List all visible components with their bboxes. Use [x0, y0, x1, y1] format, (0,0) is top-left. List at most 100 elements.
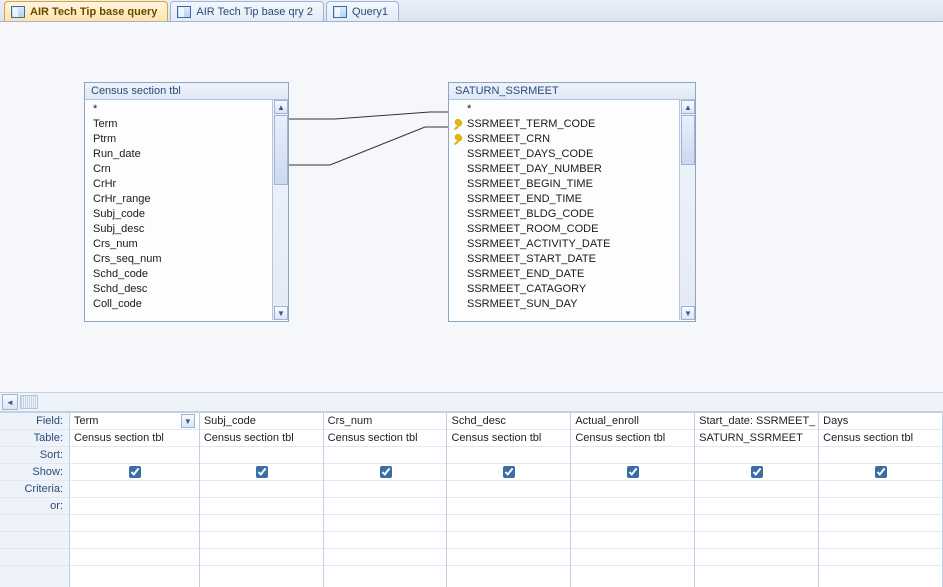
- qbe-cell[interactable]: [70, 481, 199, 498]
- show-checkbox[interactable]: [380, 466, 392, 478]
- tab-base-query[interactable]: AIR Tech Tip base query: [4, 1, 168, 21]
- qbe-cell[interactable]: [200, 515, 323, 532]
- qbe-cell[interactable]: [571, 447, 694, 464]
- qbe-cell[interactable]: [447, 532, 570, 549]
- qbe-cell[interactable]: Census section tbl: [447, 430, 570, 447]
- vertical-scrollbar[interactable]: ▲ ▼: [679, 100, 695, 320]
- qbe-cell[interactable]: Start_date: SSRMEET_: [695, 413, 818, 430]
- show-checkbox[interactable]: [129, 466, 141, 478]
- qbe-cell[interactable]: [200, 464, 323, 481]
- scroll-thumb[interactable]: [681, 115, 695, 165]
- qbe-cell[interactable]: [70, 515, 199, 532]
- scroll-track[interactable]: [20, 395, 38, 409]
- qbe-column[interactable]: Actual_enrollCensus section tbl: [571, 413, 695, 587]
- qbe-cell[interactable]: Census section tbl: [200, 430, 323, 447]
- qbe-cell[interactable]: Crs_num: [324, 413, 447, 430]
- qbe-column[interactable]: Term▼Census section tbl: [70, 413, 200, 587]
- scroll-up-button[interactable]: ▲: [681, 100, 695, 114]
- qbe-cell[interactable]: [695, 481, 818, 498]
- qbe-cell[interactable]: [695, 549, 818, 566]
- field-item[interactable]: SSRMEET_DAY_NUMBER: [457, 162, 677, 177]
- field-item[interactable]: Subj_desc: [93, 222, 270, 237]
- qbe-cell[interactable]: [70, 532, 199, 549]
- qbe-cell[interactable]: [200, 549, 323, 566]
- field-item[interactable]: Term: [93, 117, 270, 132]
- tab-base-qry-2[interactable]: AIR Tech Tip base qry 2: [170, 1, 324, 21]
- field-item[interactable]: Schd_code: [93, 267, 270, 282]
- qbe-cell[interactable]: [200, 447, 323, 464]
- field-item[interactable]: SSRMEET_END_DATE: [457, 267, 677, 282]
- qbe-cell[interactable]: [819, 532, 942, 549]
- qbe-column[interactable]: Start_date: SSRMEET_SATURN_SSRMEET: [695, 413, 819, 587]
- qbe-cell[interactable]: [819, 498, 942, 515]
- qbe-cell[interactable]: [819, 515, 942, 532]
- field-item[interactable]: SSRMEET_START_DATE: [457, 252, 677, 267]
- pane-splitter[interactable]: ◄: [0, 392, 943, 412]
- show-checkbox[interactable]: [256, 466, 268, 478]
- field-item[interactable]: SSRMEET_CATAGORY: [457, 282, 677, 297]
- qbe-cell[interactable]: [571, 464, 694, 481]
- qbe-cell[interactable]: Census section tbl: [324, 430, 447, 447]
- field-item[interactable]: SSRMEET_BEGIN_TIME: [457, 177, 677, 192]
- qbe-column[interactable]: Schd_descCensus section tbl: [447, 413, 571, 587]
- qbe-cell[interactable]: Census section tbl: [819, 430, 942, 447]
- field-item[interactable]: *: [93, 102, 270, 117]
- field-item[interactable]: Run_date: [93, 147, 270, 162]
- field-item[interactable]: Schd_desc: [93, 282, 270, 297]
- field-item[interactable]: CrHr: [93, 177, 270, 192]
- qbe-cell[interactable]: [571, 549, 694, 566]
- qbe-cell[interactable]: [324, 532, 447, 549]
- tab-query1[interactable]: Query1: [326, 1, 399, 21]
- vertical-scrollbar[interactable]: ▲ ▼: [272, 100, 288, 320]
- dropdown-button[interactable]: ▼: [181, 414, 195, 428]
- field-item[interactable]: SSRMEET_ROOM_CODE: [457, 222, 677, 237]
- qbe-cell[interactable]: [571, 515, 694, 532]
- qbe-cell[interactable]: [695, 498, 818, 515]
- field-item[interactable]: SSRMEET_TERM_CODE: [457, 117, 677, 132]
- qbe-cell[interactable]: [70, 464, 199, 481]
- field-item[interactable]: *: [457, 102, 677, 117]
- qbe-cell[interactable]: [447, 549, 570, 566]
- field-item[interactable]: SSRMEET_BLDG_CODE: [457, 207, 677, 222]
- qbe-cell[interactable]: [324, 498, 447, 515]
- qbe-cell[interactable]: [324, 481, 447, 498]
- qbe-cell[interactable]: [324, 447, 447, 464]
- scroll-down-button[interactable]: ▼: [274, 306, 288, 320]
- show-checkbox[interactable]: [751, 466, 763, 478]
- table-census-section[interactable]: Census section tbl *TermPtrmRun_dateCrnC…: [84, 82, 289, 322]
- qbe-column[interactable]: Subj_codeCensus section tbl: [200, 413, 324, 587]
- field-item[interactable]: Subj_code: [93, 207, 270, 222]
- qbe-cell[interactable]: [200, 481, 323, 498]
- qbe-cell[interactable]: [695, 447, 818, 464]
- qbe-cell[interactable]: [324, 464, 447, 481]
- qbe-cell[interactable]: Days: [819, 413, 942, 430]
- qbe-cell[interactable]: [447, 481, 570, 498]
- field-item[interactable]: SSRMEET_DAYS_CODE: [457, 147, 677, 162]
- field-item[interactable]: CrHr_range: [93, 192, 270, 207]
- qbe-cell[interactable]: [571, 532, 694, 549]
- relationship-canvas[interactable]: Census section tbl *TermPtrmRun_dateCrnC…: [0, 22, 943, 392]
- qbe-cell[interactable]: [695, 515, 818, 532]
- qbe-cell[interactable]: [819, 464, 942, 481]
- show-checkbox[interactable]: [503, 466, 515, 478]
- qbe-cell[interactable]: [70, 447, 199, 464]
- qbe-cell[interactable]: [819, 481, 942, 498]
- qbe-cell[interactable]: SATURN_SSRMEET: [695, 430, 818, 447]
- qbe-cell[interactable]: Census section tbl: [70, 430, 199, 447]
- qbe-cell[interactable]: [447, 515, 570, 532]
- qbe-cell[interactable]: [819, 549, 942, 566]
- qbe-column[interactable]: DaysCensus section tbl: [819, 413, 943, 587]
- qbe-cell[interactable]: [447, 498, 570, 515]
- qbe-cell[interactable]: [447, 447, 570, 464]
- qbe-column[interactable]: Crs_numCensus section tbl: [324, 413, 448, 587]
- qbe-cell[interactable]: [70, 498, 199, 515]
- field-item[interactable]: SSRMEET_ACTIVITY_DATE: [457, 237, 677, 252]
- qbe-cell[interactable]: Actual_enroll: [571, 413, 694, 430]
- table-saturn-ssrmeet[interactable]: SATURN_SSRMEET *SSRMEET_TERM_CODESSRMEET…: [448, 82, 696, 322]
- field-item[interactable]: SSRMEET_CRN: [457, 132, 677, 147]
- qbe-cell[interactable]: [571, 498, 694, 515]
- field-item[interactable]: SSRMEET_SUN_DAY: [457, 297, 677, 312]
- qbe-cell[interactable]: [695, 532, 818, 549]
- qbe-cell[interactable]: Term▼: [70, 413, 199, 430]
- field-list[interactable]: *SSRMEET_TERM_CODESSRMEET_CRNSSRMEET_DAY…: [449, 100, 679, 320]
